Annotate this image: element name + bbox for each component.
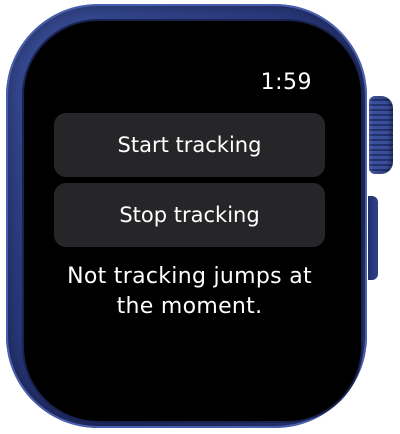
- tracking-status-message: Not tracking jumps at the moment.: [67, 264, 312, 319]
- stop-tracking-button[interactable]: Stop tracking: [54, 183, 325, 247]
- side-button[interactable]: [368, 196, 378, 280]
- watch-screen: 1:59 Start tracking Stop tracking Not tr…: [34, 40, 334, 400]
- stop-tracking-label: Stop tracking: [119, 203, 260, 227]
- start-tracking-label: Start tracking: [117, 133, 262, 157]
- start-tracking-button[interactable]: Start tracking: [54, 113, 325, 177]
- digital-crown[interactable]: [369, 96, 393, 174]
- status-time: 1:59: [260, 70, 312, 95]
